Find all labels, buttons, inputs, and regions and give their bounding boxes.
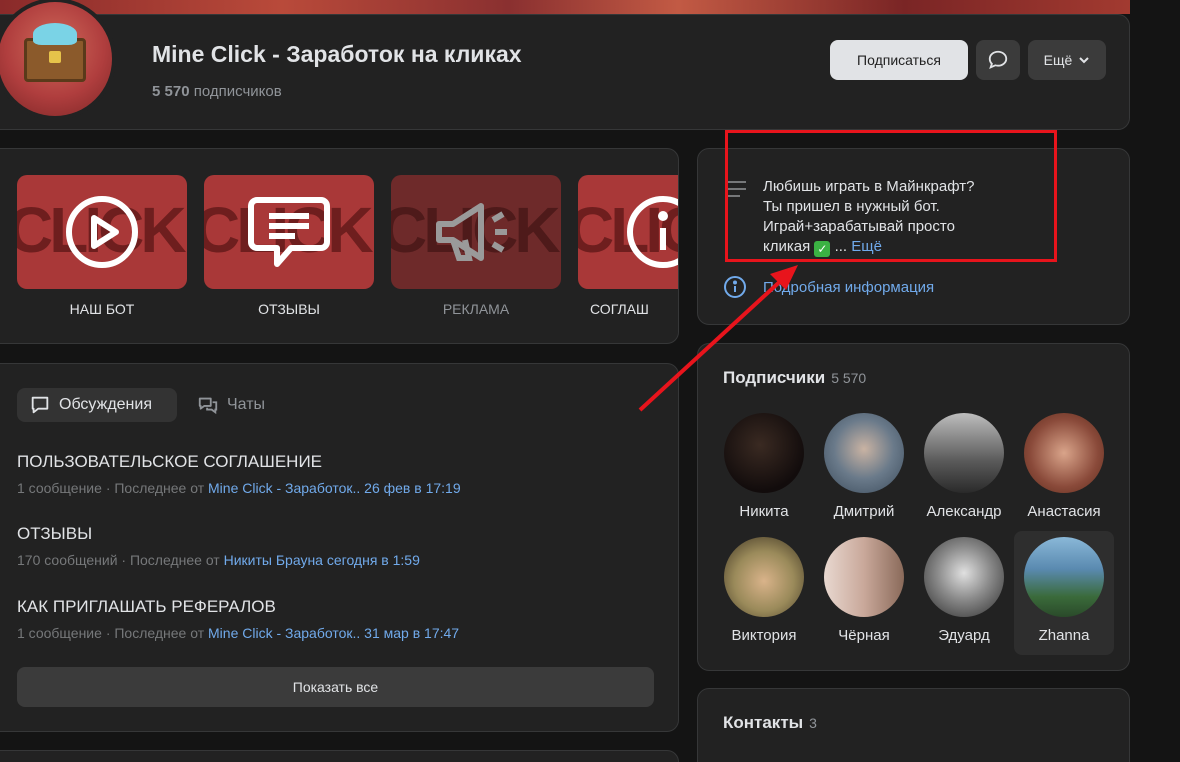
topic-last-link[interactable]: Никиты Брауна сегодня в 1:59 <box>224 552 420 568</box>
avatar <box>724 537 804 617</box>
member-name: Zhanna <box>1038 627 1090 644</box>
contacts-title: Контакты <box>723 713 804 732</box>
megaphone-icon <box>436 203 507 261</box>
discussion-icon <box>31 396 49 414</box>
topic-last-prefix: · Последнее от <box>105 480 205 496</box>
subscribers-heading[interactable]: Подписчики 5 570 <box>723 368 866 388</box>
member-name: Виктория <box>731 627 797 644</box>
link-item-bot[interactable]: CLICK НАШ БОТ <box>17 175 187 317</box>
annotation-highlight-box <box>725 130 1057 262</box>
member-name: Чёрная <box>838 627 890 644</box>
member-name: Дмитрий <box>833 503 895 520</box>
topic-meta: 1 сообщение · Последнее от Mine Click - … <box>17 480 461 496</box>
topic-title: ОТЗЫВЫ <box>17 524 93 543</box>
link-item-ads[interactable]: CLICK РЕКЛАМА <box>391 175 561 317</box>
topic-item[interactable]: ОТЗЫВЫ 170 сообщений · Последнее от Ники… <box>17 524 420 568</box>
member-item[interactable]: Чёрная <box>814 537 914 644</box>
subscribers-summary[interactable]: 5 570 подписчиков <box>152 83 282 100</box>
topic-count: 170 сообщений <box>17 552 118 568</box>
avatar <box>824 413 904 493</box>
contacts-heading[interactable]: Контакты 3 <box>723 713 817 733</box>
more-button[interactable]: Ещё <box>1028 40 1106 80</box>
avatar <box>924 413 1004 493</box>
link-item-agreement[interactable]: CLICK СОГЛАШ <box>578 175 678 317</box>
tab-label: Обсуждения <box>59 396 152 413</box>
discussions-section: Обсуждения Чаты ПОЛЬЗОВАТЕЛЬСКОЕ СОГЛАШЕ… <box>0 363 679 732</box>
chevron-down-icon <box>1079 57 1090 64</box>
avatar <box>724 413 804 493</box>
message-icon <box>248 197 330 267</box>
chats-icon <box>198 397 218 415</box>
details-label: Подробная информация <box>763 278 935 296</box>
link-thumbnail: CLICK <box>17 175 187 289</box>
link-item-reviews[interactable]: CLICK ОТЗЫВЫ <box>204 175 374 317</box>
chat-bubble-icon <box>988 50 1008 69</box>
member-name: Анастасия <box>1027 503 1101 520</box>
page-title: Mine Click - Заработок на кликах <box>152 41 522 67</box>
topic-title: ПОЛЬЗОВАТЕЛЬСКОЕ СОГЛАШЕНИЕ <box>17 452 323 471</box>
avatar <box>824 537 904 617</box>
message-button[interactable] <box>976 40 1020 80</box>
topic-last-prefix: · Последнее от <box>105 625 205 641</box>
avatar-image <box>0 2 112 116</box>
tab-chats[interactable]: Чаты <box>197 388 265 422</box>
avatar <box>1024 413 1104 493</box>
topic-count: 1 сообщение <box>17 480 102 496</box>
subscribers-section: Подписчики 5 570 Никита Дмитрий Александр… <box>697 343 1130 671</box>
topic-item[interactable]: КАК ПРИГЛАШАТЬ РЕФЕРАЛОВ 1 сообщение · П… <box>17 597 459 641</box>
avatar[interactable] <box>0 0 116 120</box>
tab-label: Чаты <box>227 396 266 413</box>
topic-item[interactable]: ПОЛЬЗОВАТЕЛЬСКОЕ СОГЛАШЕНИЕ 1 сообщение … <box>17 452 461 496</box>
cover-image <box>0 0 1130 14</box>
tab-discussions[interactable]: Обсуждения <box>17 388 177 422</box>
topic-last-link[interactable]: Mine Click - Заработок.. 26 фев в 17:19 <box>208 480 461 496</box>
link-thumbnail: CLICK <box>578 175 678 289</box>
topic-meta: 1 сообщение · Последнее от Mine Click - … <box>17 625 459 641</box>
contacts-section: Контакты 3 <box>697 688 1130 762</box>
chest-icon <box>24 23 86 82</box>
link-label: НАШ БОТ <box>69 301 135 317</box>
topic-meta: 170 сообщений · Последнее от Никиты Брау… <box>17 552 420 568</box>
member-item[interactable]: Дмитрий <box>814 413 914 520</box>
link-label: РЕКЛАМА <box>442 301 510 317</box>
member-item[interactable]: Александр <box>914 413 1014 520</box>
contacts-count: 3 <box>809 715 817 731</box>
member-item[interactable]: Анастасия <box>1014 413 1114 520</box>
link-thumbnail: CLICK <box>391 175 561 289</box>
link-thumbnail: CLICK <box>204 175 374 289</box>
info-circle-icon <box>724 276 746 298</box>
link-label: ОТЗЫВЫ <box>258 301 320 317</box>
topic-count: 1 сообщение <box>17 625 102 641</box>
info-icon <box>627 196 678 268</box>
subscribe-button[interactable]: Подписаться <box>830 40 968 80</box>
next-section <box>0 750 679 762</box>
subscribers-count: 5 570 <box>152 83 190 100</box>
link-label: СОГЛАШ <box>590 301 649 317</box>
topic-last-prefix: · Последнее от <box>121 552 220 568</box>
member-item[interactable]: Эдуард <box>914 537 1014 644</box>
avatar <box>1024 537 1104 617</box>
more-button-label: Ещё <box>1043 52 1073 68</box>
topic-title: КАК ПРИГЛАШАТЬ РЕФЕРАЛОВ <box>17 597 276 616</box>
member-name: Никита <box>739 503 789 520</box>
subscribers-title: Подписчики <box>723 368 826 387</box>
show-all-button[interactable]: Показать все <box>17 667 654 707</box>
member-item[interactable]: Zhanna <box>1014 531 1114 655</box>
member-item[interactable]: Никита <box>714 413 814 520</box>
topic-last-link[interactable]: Mine Click - Заработок.. 31 мар в 17:47 <box>208 625 459 641</box>
member-name: Александр <box>926 503 1002 520</box>
avatar <box>924 537 1004 617</box>
member-item[interactable]: Виктория <box>714 537 814 644</box>
subscribers-label: подписчиков <box>193 83 282 100</box>
community-header: Mine Click - Заработок на кликах 5 570 п… <box>0 0 1130 130</box>
play-icon <box>66 196 138 268</box>
details-link[interactable]: Подробная информация <box>723 275 934 299</box>
subscribers-section-count: 5 570 <box>831 370 867 386</box>
links-section: CLICK НАШ БОТ CLICK ОТЗЫВЫ CLICK РЕКЛАМА… <box>0 148 679 344</box>
member-name: Эдуард <box>938 627 990 644</box>
